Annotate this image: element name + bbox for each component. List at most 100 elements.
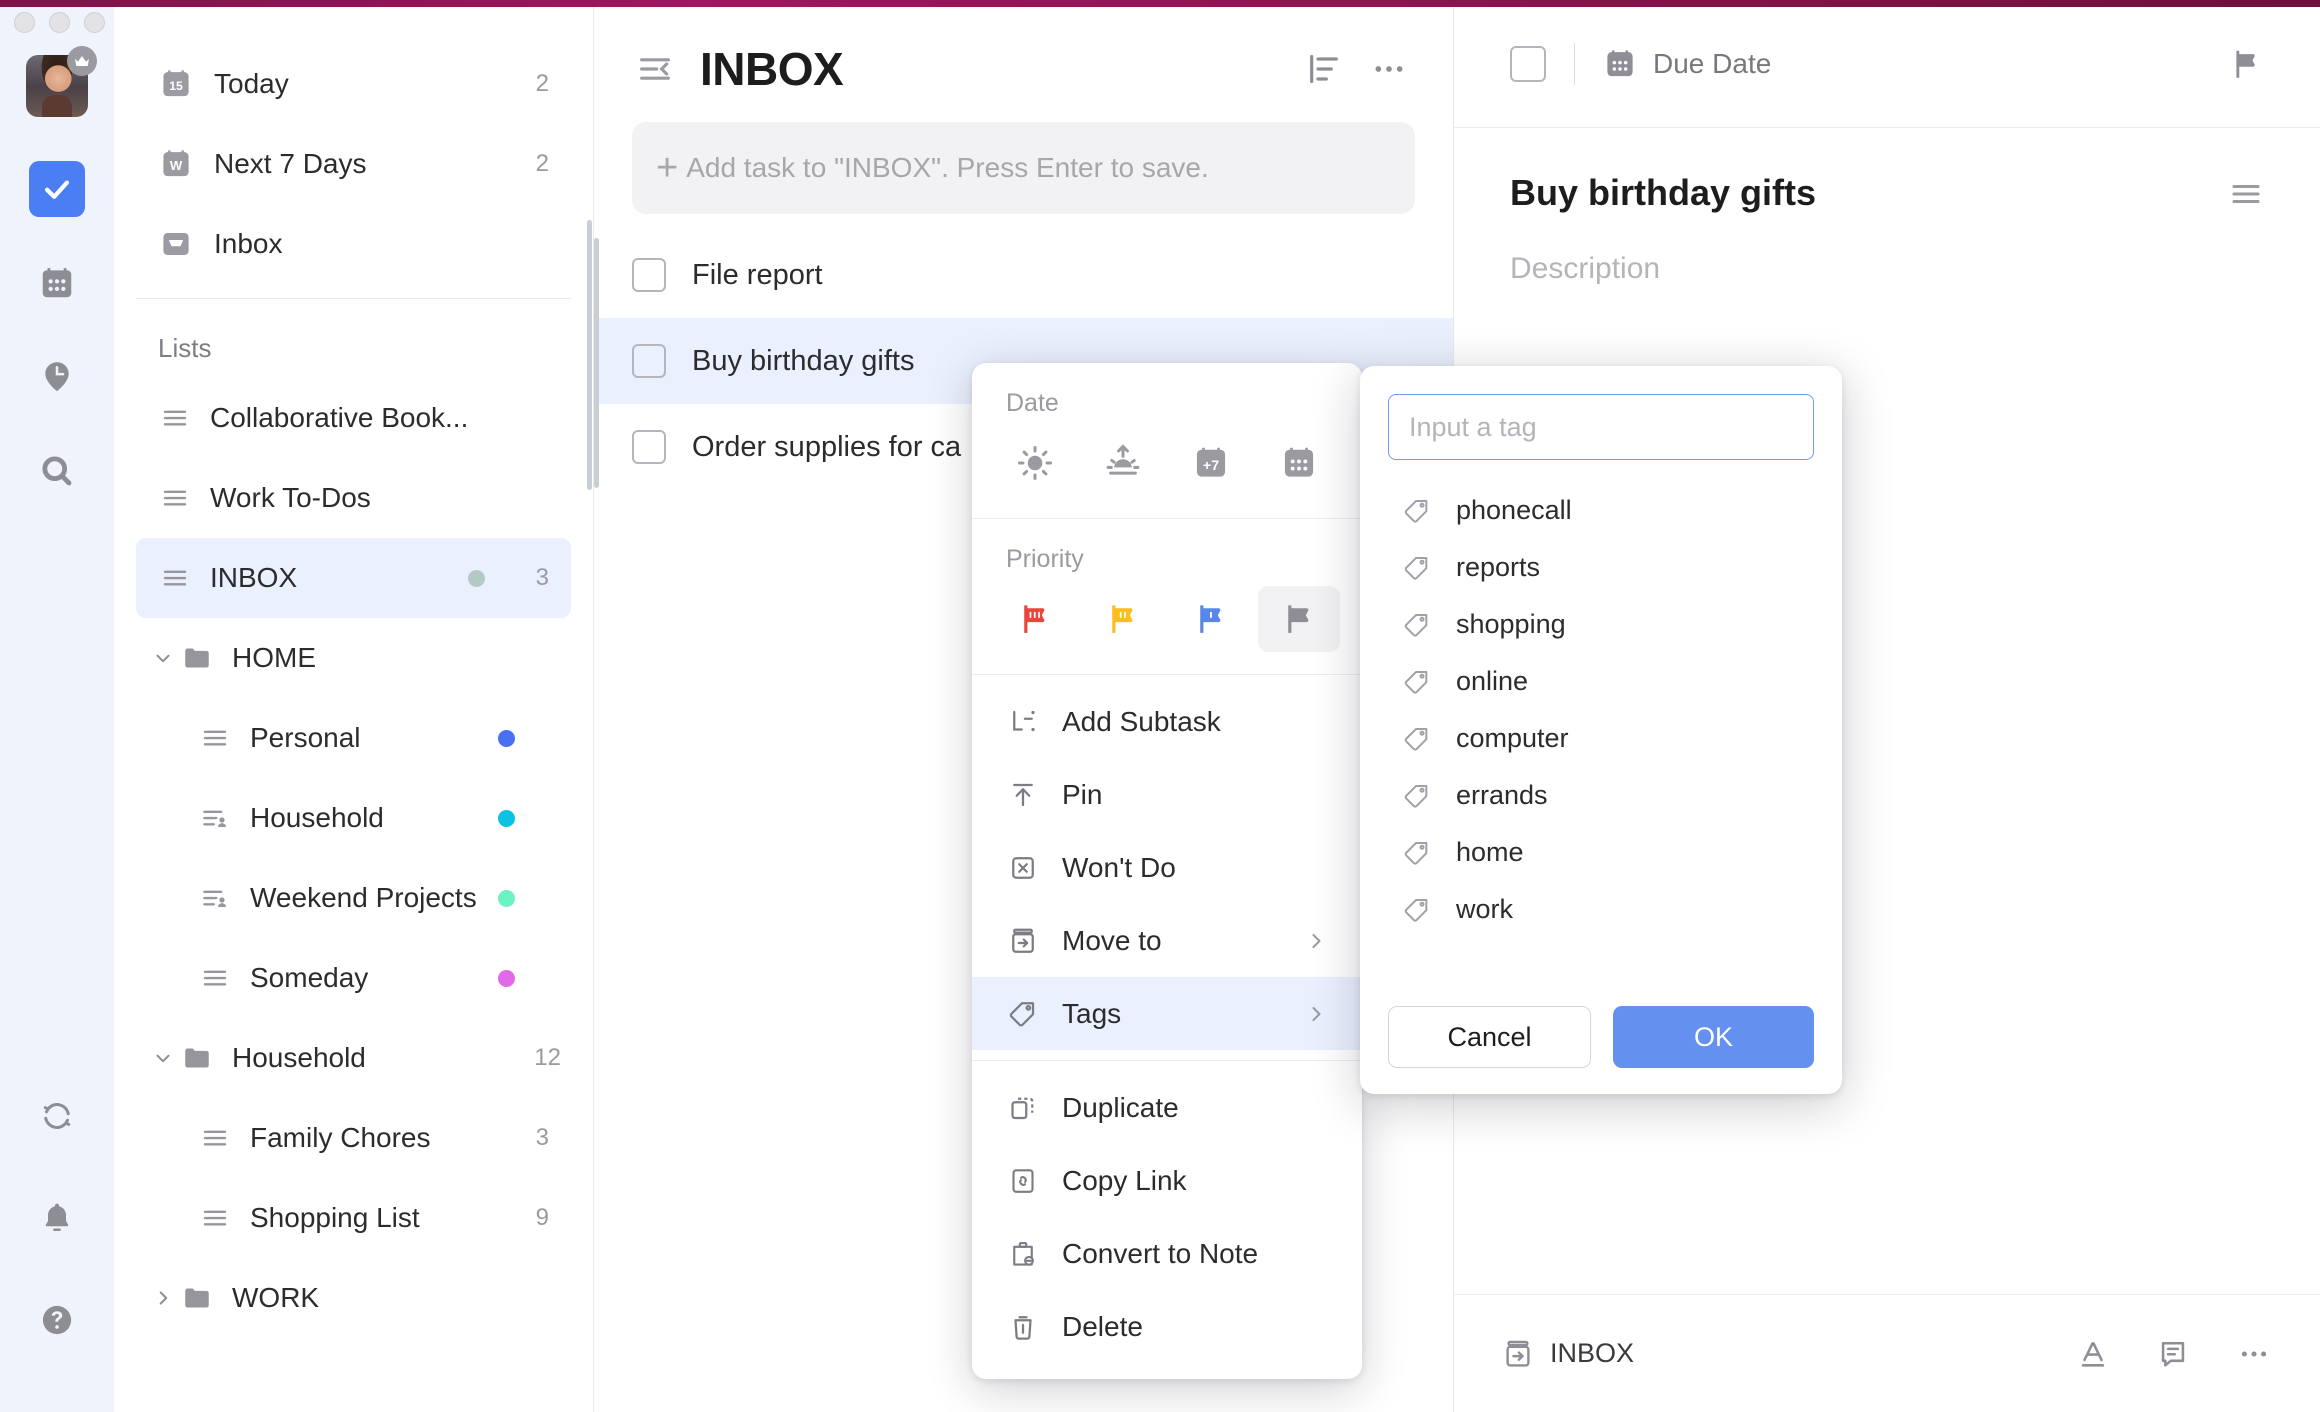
sidebar-list-someday[interactable]: Someday bbox=[136, 938, 571, 1018]
more-horizontal-icon[interactable] bbox=[1363, 43, 1415, 95]
sidebar-group-header-home[interactable]: HOME bbox=[136, 618, 571, 698]
flag-icon bbox=[1104, 600, 1142, 638]
context-menu-date-label: Date bbox=[972, 363, 1362, 418]
task-list-scrollbar[interactable] bbox=[594, 238, 599, 488]
tag-option-home[interactable]: home bbox=[1388, 824, 1814, 881]
sunrise-icon bbox=[1104, 444, 1142, 482]
date-option-next-week[interactable]: +7 bbox=[1170, 430, 1252, 496]
list-shared-icon bbox=[198, 881, 232, 915]
task-checkbox[interactable] bbox=[632, 258, 666, 292]
rail-item-pomodoro[interactable] bbox=[29, 349, 85, 405]
more-horizontal-icon[interactable] bbox=[2236, 1336, 2272, 1372]
avatar[interactable] bbox=[26, 55, 88, 117]
tag-label: reports bbox=[1456, 552, 1540, 583]
priority-option-none[interactable] bbox=[1258, 586, 1340, 652]
sidebar-list-household-shared[interactable]: Household bbox=[136, 778, 571, 858]
folder-icon bbox=[180, 1041, 214, 1075]
menu-item-add-subtask[interactable]: Add Subtask bbox=[972, 685, 1362, 758]
maximize-button[interactable] bbox=[84, 12, 105, 33]
tag-input-field[interactable]: Input a tag bbox=[1388, 394, 1814, 460]
rail-bottom-nav bbox=[29, 1088, 85, 1412]
minimize-button[interactable] bbox=[49, 12, 70, 33]
cancel-button[interactable]: Cancel bbox=[1388, 1006, 1591, 1068]
inbox-icon bbox=[158, 226, 194, 262]
sidebar-list-family-chores[interactable]: Family Chores 3 bbox=[136, 1098, 571, 1178]
priority-option-low[interactable] bbox=[1170, 586, 1252, 652]
tag-icon bbox=[1006, 997, 1040, 1031]
detail-project-button[interactable]: INBOX bbox=[1502, 1338, 1634, 1370]
rail-item-search[interactable] bbox=[29, 443, 85, 499]
sidebar-list-inbox-selected[interactable]: INBOX 3 bbox=[136, 538, 571, 618]
rail-item-calendar[interactable] bbox=[29, 255, 85, 311]
tag-option-computer[interactable]: computer bbox=[1388, 710, 1814, 767]
left-icon-rail bbox=[0, 0, 114, 1412]
close-button[interactable] bbox=[14, 12, 35, 33]
tag-option-errands[interactable]: errands bbox=[1388, 767, 1814, 824]
rail-item-sync[interactable] bbox=[29, 1088, 85, 1144]
menu-item-copy-link[interactable]: Copy Link bbox=[972, 1144, 1362, 1217]
sidebar-group-header-household[interactable]: Household 12 bbox=[136, 1018, 571, 1098]
sidebar-list-weekend-projects[interactable]: Weekend Projects bbox=[136, 858, 571, 938]
due-date-button[interactable]: Due Date bbox=[1603, 47, 1771, 81]
chevron-right-icon[interactable] bbox=[146, 1287, 180, 1309]
add-task-input[interactable]: + Add task to "INBOX". Press Enter to sa… bbox=[632, 122, 1415, 214]
menu-item-convert-to-note[interactable]: Convert to Note bbox=[972, 1217, 1362, 1290]
detail-task-title[interactable]: Buy birthday gifts bbox=[1510, 172, 2228, 214]
tag-option-work[interactable]: work bbox=[1388, 881, 1814, 938]
sidebar-item-inbox[interactable]: Inbox bbox=[136, 204, 571, 284]
sidebar-list-collaborative-book[interactable]: Collaborative Book... bbox=[136, 378, 571, 458]
sidebar-group-header-work[interactable]: WORK bbox=[136, 1258, 571, 1338]
rail-item-tasks[interactable] bbox=[29, 161, 85, 217]
menu-item-label: Won't Do bbox=[1062, 852, 1328, 884]
chevron-down-icon[interactable] bbox=[146, 1047, 180, 1069]
sidebar-list-personal[interactable]: Personal bbox=[136, 698, 571, 778]
tag-option-online[interactable]: online bbox=[1388, 653, 1814, 710]
rail-item-help[interactable] bbox=[29, 1292, 85, 1348]
folder-icon bbox=[180, 1281, 214, 1315]
sidebar-list-label: Someday bbox=[250, 962, 498, 994]
menu-item-wont-do[interactable]: Won't Do bbox=[972, 831, 1362, 904]
tag-option-shopping[interactable]: shopping bbox=[1388, 596, 1814, 653]
traffic-lights[interactable] bbox=[14, 12, 105, 33]
sidebar-item-count: 2 bbox=[536, 70, 549, 98]
sidebar-item-today[interactable]: 15 Today 2 bbox=[136, 44, 571, 124]
rail-item-notifications[interactable] bbox=[29, 1190, 85, 1246]
context-menu-priority-options bbox=[972, 574, 1362, 674]
detail-task-checkbox[interactable] bbox=[1510, 46, 1546, 82]
priority-option-high[interactable] bbox=[994, 586, 1076, 652]
menu-item-duplicate[interactable]: Duplicate bbox=[972, 1071, 1362, 1144]
date-option-tomorrow[interactable] bbox=[1082, 430, 1164, 496]
menu-item-tags[interactable]: Tags bbox=[972, 977, 1362, 1050]
date-option-today[interactable] bbox=[994, 430, 1076, 496]
flag-icon[interactable] bbox=[2228, 46, 2264, 82]
comment-icon[interactable] bbox=[2156, 1337, 2190, 1371]
detail-description-placeholder[interactable]: Description bbox=[1510, 252, 2264, 286]
ok-button[interactable]: OK bbox=[1613, 1006, 1814, 1068]
list-icon bbox=[198, 1201, 232, 1235]
sidebar-item-next-7-days[interactable]: W Next 7 Days 2 bbox=[136, 124, 571, 204]
sidebar-list-shopping-list[interactable]: Shopping List 9 bbox=[136, 1178, 571, 1258]
menu-item-pin[interactable]: Pin bbox=[972, 758, 1362, 831]
font-A-icon[interactable] bbox=[2076, 1337, 2110, 1371]
sidebar-scrollbar[interactable] bbox=[587, 220, 592, 490]
sort-icon[interactable] bbox=[1297, 43, 1349, 95]
list-lines-icon[interactable] bbox=[2228, 176, 2264, 212]
collapse-panel-icon[interactable] bbox=[632, 46, 678, 92]
menu-item-move-to[interactable]: Move to bbox=[972, 904, 1362, 977]
sidebar-list-color-dot bbox=[498, 810, 515, 827]
tag-option-reports[interactable]: reports bbox=[1388, 539, 1814, 596]
task-checkbox[interactable] bbox=[632, 344, 666, 378]
priority-option-medium[interactable] bbox=[1082, 586, 1164, 652]
menu-item-delete[interactable]: Delete bbox=[972, 1290, 1362, 1363]
task-checkbox[interactable] bbox=[632, 430, 666, 464]
tag-icon bbox=[1400, 893, 1434, 927]
chevron-down-icon[interactable] bbox=[146, 647, 180, 669]
tag-option-phonecall[interactable]: phonecall bbox=[1388, 482, 1814, 539]
tag-label: errands bbox=[1456, 780, 1548, 811]
tag-label: work bbox=[1456, 894, 1513, 925]
date-option-custom[interactable] bbox=[1258, 430, 1340, 496]
sidebar-list-work-to-dos[interactable]: Work To-Dos bbox=[136, 458, 571, 538]
task-row[interactable]: File report bbox=[594, 232, 1453, 318]
flag-icon bbox=[1280, 600, 1318, 638]
sidebar-list-label: Shopping List bbox=[250, 1202, 519, 1234]
